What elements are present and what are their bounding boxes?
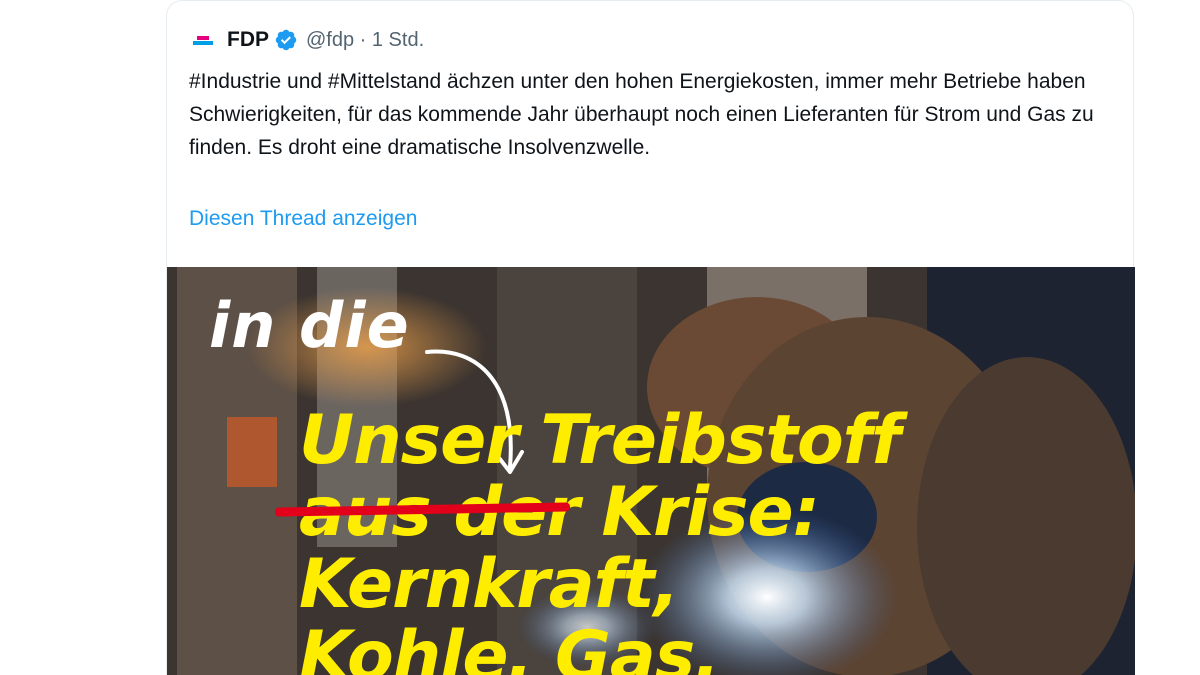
author-name[interactable]: FDP — [227, 28, 269, 52]
headline-line-4: Kohle, Gas. — [299, 617, 720, 675]
show-thread-link[interactable]: Diesen Thread anzeigen — [189, 207, 417, 231]
tweet-header: FDP @fdp · 1 Std. — [191, 25, 424, 55]
tweet-card[interactable]: FDP @fdp · 1 Std. #Industrie und #Mittel… — [166, 0, 1135, 675]
fdp-logo-icon[interactable] — [191, 28, 215, 52]
image-headline: Unser Treibstoff aus der Krise: Kernkraf… — [299, 401, 901, 675]
handwritten-annotation: in die — [209, 289, 410, 362]
headline-line-1: Unser Treibstoff — [299, 401, 901, 480]
handle-and-timestamp[interactable]: @fdp · 1 Std. — [306, 29, 424, 52]
verified-badge-icon — [275, 29, 297, 51]
tweet-image[interactable]: in die Unser Treibstoff aus der Krise: K… — [167, 267, 1135, 675]
headline-line-3: Kernkraft, — [299, 545, 680, 624]
tweet-text: #Industrie und #Mittelstand ächzen unter… — [189, 70, 1094, 159]
